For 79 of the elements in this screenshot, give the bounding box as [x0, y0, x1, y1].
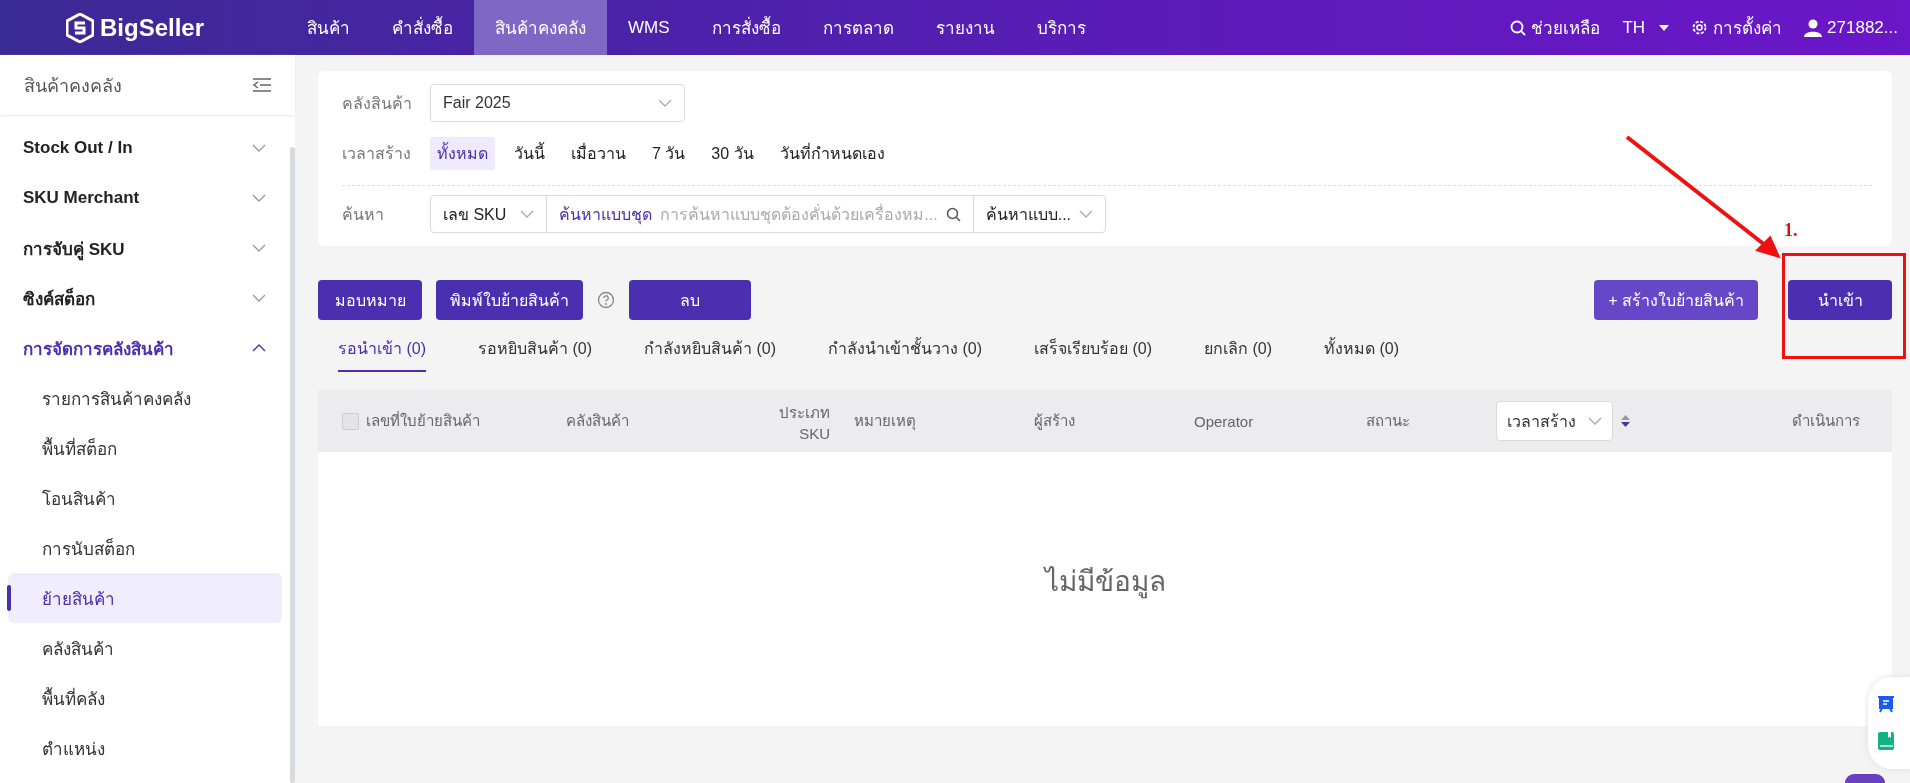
import-button[interactable]: นำเข้า: [1788, 280, 1892, 320]
sidebar-item[interactable]: ตำแหน่ง: [8, 723, 282, 773]
column-header: คลังสินค้า: [566, 411, 630, 431]
empty-message: ไม่มีข้อมูล: [1044, 565, 1166, 601]
caret-icon: [1659, 24, 1670, 31]
status-tab[interactable]: ยกเลิก (0): [1204, 330, 1272, 372]
language-select[interactable]: TH: [1622, 17, 1670, 38]
nav-tab[interactable]: บริการ: [1015, 0, 1107, 55]
sidebar-item[interactable]: การนับสต็อก: [8, 523, 282, 573]
sidebar-item[interactable]: คลังสินค้า: [8, 623, 282, 673]
sort-icon[interactable]: [1621, 415, 1630, 427]
nav-tab[interactable]: รายงาน: [914, 0, 1016, 55]
column-header: ประเภท SKU: [778, 402, 830, 442]
nav-tab[interactable]: สินค้า: [286, 0, 371, 55]
help-icon: [597, 291, 615, 309]
search-icon: [1510, 19, 1527, 36]
filter-label: คลังสินค้า: [342, 93, 413, 114]
warehouse-select[interactable]: Fair 2025: [430, 84, 685, 122]
nav-tab[interactable]: การสั่งซื้อ: [690, 0, 802, 55]
status-tab[interactable]: เสร็จเรียบร้อย (0): [1034, 330, 1152, 372]
filter-label: ค้นหา: [342, 204, 385, 225]
chevron-down-icon: [252, 194, 266, 202]
time-option[interactable]: ทั้งหมด: [430, 136, 495, 170]
column-header: Operator: [1194, 412, 1255, 430]
status-tab[interactable]: รอหยิบสินค้า (0): [478, 330, 592, 372]
status-tab[interactable]: ทั้งหมด (0): [1324, 330, 1399, 372]
presentation-board-icon[interactable]: [1877, 695, 1895, 713]
settings-icon: [1691, 19, 1709, 36]
chevron-down-icon: [252, 294, 266, 302]
print-button[interactable]: พิมพ์ใบย้ายสินค้า: [436, 280, 583, 320]
sidebar-item[interactable]: รายการสินค้าคงคลัง: [8, 373, 282, 423]
user-menu[interactable]: 271882...: [1804, 17, 1898, 38]
column-header: หมายเหตุ: [854, 411, 917, 433]
chevron-down-icon: [252, 144, 266, 152]
column-header: เลขที่ใบย้ายสินค้า: [366, 410, 481, 431]
nav-tab[interactable]: การตลาด: [801, 0, 915, 55]
user-icon: [1804, 18, 1823, 37]
sidebar-item[interactable]: พื้นที่สต็อก: [8, 423, 282, 473]
logo-text: BigSeller: [100, 13, 205, 42]
logo-icon: [66, 12, 94, 43]
sidebar-item[interactable]: ย้ายสินค้า: [8, 573, 282, 623]
column-header: ดำเนินการ: [1792, 411, 1860, 431]
nav-tab[interactable]: สินค้าคงคลัง: [474, 0, 607, 55]
assign-button[interactable]: มอบหมาย: [318, 280, 422, 320]
status-tab[interactable]: รอนำเข้า (0): [338, 330, 426, 372]
time-option[interactable]: 7 วัน: [645, 136, 693, 170]
sidebar-group[interactable]: การจัดการคลังสินค้า: [0, 323, 290, 373]
sort-field-select[interactable]: เวลาสร้าง: [1496, 401, 1613, 441]
chevron-down-icon: [658, 99, 672, 107]
time-option[interactable]: 30 วัน: [704, 136, 761, 170]
time-option[interactable]: วันที่กำหนดเอง: [772, 136, 892, 170]
sidebar-group[interactable]: SKU Merchant: [0, 173, 290, 223]
sidebar-item[interactable]: พื้นที่คลัง: [8, 673, 282, 723]
nav-tab[interactable]: WMS: [607, 0, 691, 55]
time-option[interactable]: เมื่อวาน: [564, 136, 633, 170]
chevron-down-icon: [252, 244, 266, 252]
help-link[interactable]: ช่วยเหลือ: [1510, 14, 1601, 41]
step-number: 1.: [1784, 220, 1798, 241]
create-button[interactable]: + สร้างใบย้ายสินค้า: [1594, 280, 1758, 320]
chevron-down-icon: [1588, 417, 1602, 425]
book-icon[interactable]: [1877, 731, 1895, 751]
select-all-checkbox[interactable]: [342, 412, 359, 430]
time-option[interactable]: วันนี้: [507, 136, 552, 170]
delete-button[interactable]: ลบ: [629, 280, 751, 320]
sidebar-title: สินค้าคงคลัง: [24, 74, 122, 98]
sidebar-item[interactable]: โอนสินค้า: [8, 473, 282, 523]
nav-tab[interactable]: คำสั่งซื้อ: [371, 0, 474, 55]
sidebar-group[interactable]: ซิงค์สต็อก: [0, 273, 290, 323]
sidebar-group[interactable]: การจับคู่ SKU: [0, 223, 290, 273]
filter-label: เวลาสร้าง: [342, 143, 412, 164]
collapse-menu-icon[interactable]: [253, 78, 271, 92]
status-tab[interactable]: กำลังนำเข้าชั้นวาง (0): [828, 330, 982, 372]
chevron-up-icon: [252, 344, 266, 352]
column-header: ผู้สร้าง: [1034, 411, 1076, 432]
floating-chat-button[interactable]: [1845, 774, 1885, 783]
status-tab[interactable]: กำลังหยิบสินค้า (0): [644, 330, 776, 372]
sidebar-group[interactable]: Stock Out / In: [0, 123, 290, 173]
column-header: สถานะ: [1366, 411, 1411, 431]
settings-link[interactable]: การตั้งค่า: [1691, 14, 1783, 41]
